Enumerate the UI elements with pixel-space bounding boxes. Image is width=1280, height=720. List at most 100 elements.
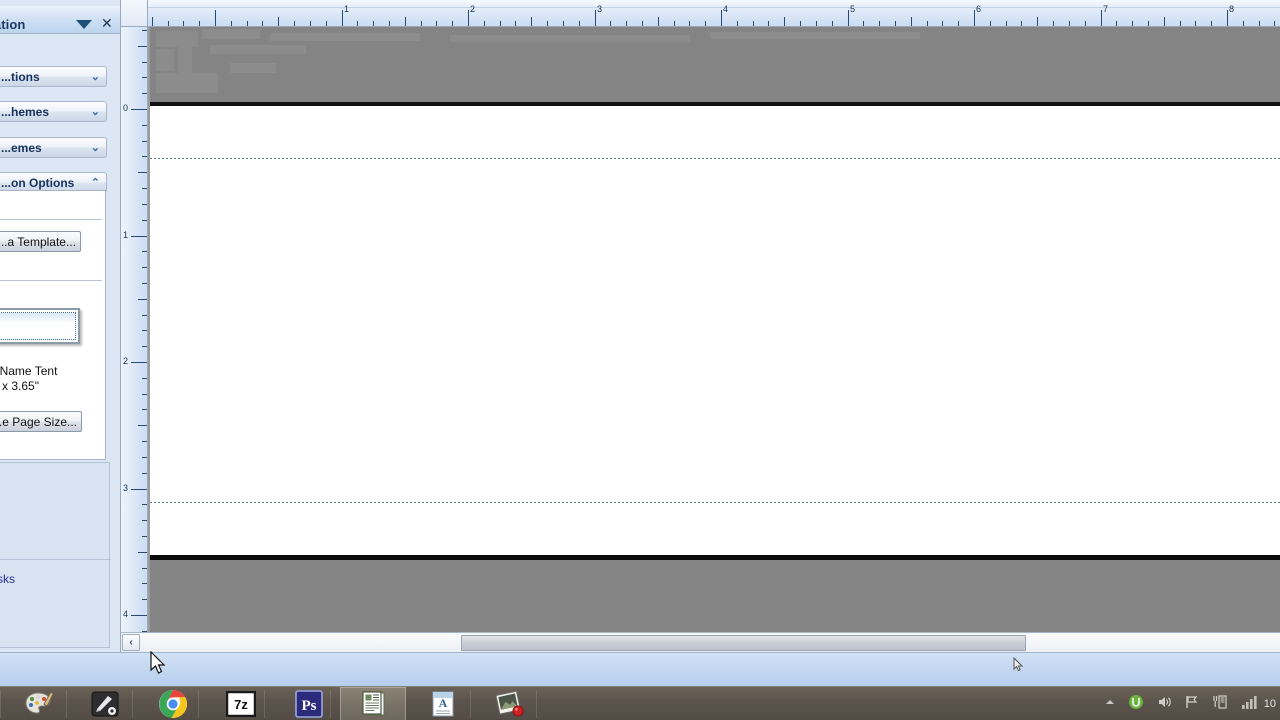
system-tray: 10	[1098, 687, 1280, 720]
scroll-left-button[interactable]: ‹	[122, 634, 140, 651]
ruler-tick	[816, 21, 817, 26]
ruler-tick	[563, 21, 564, 26]
taskbar-item-7zip[interactable]: 7z	[208, 687, 274, 720]
ruler-tick	[142, 441, 147, 442]
ruler-tick	[342, 10, 343, 26]
taskpane-section-2[interactable]: ...emes ⌄	[0, 137, 107, 158]
ruler-tick	[452, 21, 453, 26]
taskbar-item-photo-viewer[interactable]	[476, 687, 542, 720]
ruler-tick	[863, 21, 864, 26]
ruler-tick	[138, 425, 147, 426]
ruler-tick	[1021, 21, 1022, 26]
selected-layout-swatch[interactable]	[0, 308, 80, 344]
ruler-tick	[500, 21, 501, 26]
ruler-tick	[199, 21, 200, 26]
ruler-tick	[1211, 21, 1212, 26]
taskbar-item-microsoft-publisher[interactable]	[340, 687, 406, 720]
taskbar-clock[interactable]: 10	[1264, 698, 1276, 710]
7z-icon: 7z	[226, 691, 256, 717]
publisher-tasks-link[interactable]: ...sks	[0, 572, 15, 586]
task-pane-title: ...lication	[0, 17, 26, 32]
ruler-tick	[142, 378, 147, 379]
ruler-tick	[183, 21, 184, 26]
caret-down-icon[interactable]	[76, 20, 92, 29]
chevron-double-down-icon: ⌄	[90, 142, 100, 154]
next-page-gray-band	[150, 560, 1280, 632]
page-surface[interactable]	[150, 106, 1280, 559]
taskpane-section-1[interactable]: ...hemes ⌄	[0, 101, 107, 122]
ruler-tick	[848, 10, 849, 26]
ruler-tick	[721, 10, 722, 26]
ruler-tick	[1069, 21, 1070, 26]
windows-taskbar: 7z Ps A 10	[0, 686, 1280, 720]
vertical-ruler[interactable]: 0 1 2 3 4	[121, 27, 148, 632]
ruler-tick	[373, 21, 374, 26]
signal-bars-icon[interactable]	[1240, 694, 1258, 715]
ruler-tick	[436, 21, 437, 26]
status-bar: 2	[0, 652, 1280, 686]
chevron-double-down-icon: ⌄	[90, 71, 100, 83]
ruler-tick	[768, 21, 769, 26]
ruler-tick	[142, 473, 147, 474]
chevron-double-up-icon: ⌃	[90, 177, 100, 189]
ruler-tick	[579, 21, 580, 26]
ruler-tick	[1243, 21, 1244, 26]
ruler-tick	[626, 21, 627, 26]
ruler-tick	[142, 30, 147, 31]
ruler-tick	[911, 17, 912, 26]
horizontal-scroll-track[interactable]	[141, 634, 1280, 652]
taskpane-section-0[interactable]: ...tions ⌄	[0, 66, 107, 87]
svg-text:A: A	[439, 696, 448, 710]
publisher-icon	[362, 691, 385, 716]
close-icon[interactable]: ✕	[101, 16, 113, 30]
taskbar-item-google-chrome[interactable]	[140, 687, 206, 720]
chevron-double-down-icon: ⌄	[90, 106, 100, 118]
ruler-tick	[142, 536, 147, 537]
ruler-tick	[142, 346, 147, 347]
ruler-tick	[468, 10, 469, 26]
ruler-tick	[142, 251, 147, 252]
taskbar-item-photoshop[interactable]: Ps	[276, 687, 342, 720]
change-page-size-button[interactable]: ...e Page Size...	[0, 411, 82, 432]
ruler-number: 2	[123, 356, 129, 366]
ruler-tick	[784, 17, 785, 26]
ruler-tick	[142, 267, 147, 268]
ruler-tick	[142, 315, 147, 316]
utorrent-icon[interactable]	[1128, 694, 1144, 715]
ruler-number: 7	[1103, 4, 1109, 14]
publication-canvas[interactable]	[148, 27, 1280, 632]
horizontal-scrollbar[interactable]: ‹	[121, 632, 1280, 652]
ruler-tick	[990, 21, 991, 26]
svg-text:Ps: Ps	[302, 698, 317, 714]
ruler-tick	[531, 17, 532, 26]
ruler-tick	[1037, 17, 1038, 26]
ruler-tick	[1148, 21, 1149, 26]
ruler-tick	[142, 93, 147, 94]
ruler-corner[interactable]	[121, 0, 148, 27]
ruler-tick	[142, 141, 147, 142]
ruler-tick	[138, 172, 147, 173]
ruler-tick	[1227, 10, 1228, 26]
ruler-tick	[326, 21, 327, 26]
horizontal-scroll-thumb[interactable]	[461, 635, 1026, 651]
ruler-number: 4	[723, 4, 729, 14]
ruler-number: 5	[850, 4, 856, 14]
taskbar-item-screen-capture[interactable]	[72, 687, 138, 720]
ruler-number: 2	[470, 4, 476, 14]
horizontal-ruler[interactable]: 1 2 3 4 5 6 7 8	[148, 0, 1280, 27]
ruler-tick	[689, 21, 690, 26]
ruler-tick	[142, 583, 147, 584]
choose-template-button[interactable]: ...a Template...	[0, 231, 81, 252]
ruler-tick	[547, 21, 548, 26]
action-center-icon[interactable]	[1212, 694, 1228, 715]
ruler-number: 1	[344, 4, 350, 14]
taskbar-item-paint-palette[interactable]	[6, 687, 72, 720]
ruler-tick	[138, 299, 147, 300]
task-pane-titlebar: ...lication ✕	[0, 6, 120, 34]
network-flag-icon[interactable]	[1184, 694, 1200, 715]
screen-gear-icon	[91, 691, 119, 717]
volume-icon[interactable]	[1156, 694, 1172, 715]
ruler-tick	[1116, 21, 1117, 26]
taskbar-item-document-app[interactable]: A	[410, 687, 476, 720]
chevron-up-icon[interactable]	[1104, 695, 1116, 713]
